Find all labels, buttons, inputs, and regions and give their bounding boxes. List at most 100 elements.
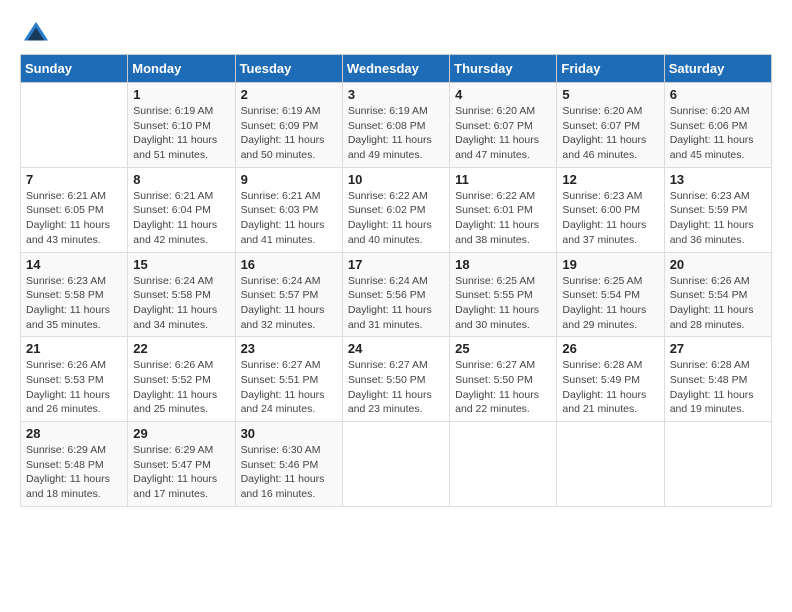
calendar-cell: 26 Sunrise: 6:28 AMSunset: 5:49 PMDayligh… (557, 337, 664, 422)
calendar-cell: 17 Sunrise: 6:24 AMSunset: 5:56 PMDayligh… (342, 252, 449, 337)
day-number: 27 (670, 341, 766, 356)
day-number: 3 (348, 87, 444, 102)
day-detail: Sunrise: 6:28 AMSunset: 5:49 PMDaylight:… (562, 358, 658, 417)
day-detail: Sunrise: 6:26 AMSunset: 5:53 PMDaylight:… (26, 358, 122, 417)
calendar-cell: 13 Sunrise: 6:23 AMSunset: 5:59 PMDayligh… (664, 167, 771, 252)
day-detail: Sunrise: 6:20 AMSunset: 6:06 PMDaylight:… (670, 104, 766, 163)
calendar-cell: 15 Sunrise: 6:24 AMSunset: 5:58 PMDayligh… (128, 252, 235, 337)
day-number: 5 (562, 87, 658, 102)
calendar-cell: 29 Sunrise: 6:29 AMSunset: 5:47 PMDayligh… (128, 422, 235, 507)
day-number: 9 (241, 172, 337, 187)
day-detail: Sunrise: 6:25 AMSunset: 5:55 PMDaylight:… (455, 274, 551, 333)
day-detail: Sunrise: 6:24 AMSunset: 5:56 PMDaylight:… (348, 274, 444, 333)
day-detail: Sunrise: 6:29 AMSunset: 5:47 PMDaylight:… (133, 443, 229, 502)
day-detail: Sunrise: 6:24 AMSunset: 5:57 PMDaylight:… (241, 274, 337, 333)
calendar-cell: 28 Sunrise: 6:29 AMSunset: 5:48 PMDayligh… (21, 422, 128, 507)
header-day-wednesday: Wednesday (342, 55, 449, 83)
calendar-cell: 2 Sunrise: 6:19 AMSunset: 6:09 PMDaylight… (235, 83, 342, 168)
day-detail: Sunrise: 6:26 AMSunset: 5:52 PMDaylight:… (133, 358, 229, 417)
day-detail: Sunrise: 6:22 AMSunset: 6:02 PMDaylight:… (348, 189, 444, 248)
day-detail: Sunrise: 6:28 AMSunset: 5:48 PMDaylight:… (670, 358, 766, 417)
calendar-week-4: 21Sunrise: 6:26 AMSunset: 5:53 PMDayligh… (21, 337, 772, 422)
calendar-cell (21, 83, 128, 168)
calendar-cell: 22Sunrise: 6:26 AMSunset: 5:52 PMDayligh… (128, 337, 235, 422)
day-number: 20 (670, 257, 766, 272)
day-detail: Sunrise: 6:22 AMSunset: 6:01 PMDaylight:… (455, 189, 551, 248)
calendar-cell: 8 Sunrise: 6:21 AMSunset: 6:04 PMDaylight… (128, 167, 235, 252)
header-day-thursday: Thursday (450, 55, 557, 83)
calendar-cell: 18 Sunrise: 6:25 AMSunset: 5:55 PMDayligh… (450, 252, 557, 337)
day-number: 10 (348, 172, 444, 187)
calendar-cell: 10 Sunrise: 6:22 AMSunset: 6:02 PMDayligh… (342, 167, 449, 252)
day-number: 1 (133, 87, 229, 102)
calendar-table: SundayMondayTuesdayWednesdayThursdayFrid… (20, 54, 772, 507)
calendar-cell: 16 Sunrise: 6:24 AMSunset: 5:57 PMDayligh… (235, 252, 342, 337)
calendar-cell: 3 Sunrise: 6:19 AMSunset: 6:08 PMDaylight… (342, 83, 449, 168)
calendar-week-5: 28 Sunrise: 6:29 AMSunset: 5:48 PMDayligh… (21, 422, 772, 507)
day-detail: Sunrise: 6:30 AMSunset: 5:46 PMDaylight:… (241, 443, 337, 502)
calendar-cell (342, 422, 449, 507)
day-detail: Sunrise: 6:23 AMSunset: 5:58 PMDaylight:… (26, 274, 122, 333)
calendar-cell: 14 Sunrise: 6:23 AMSunset: 5:58 PMDayligh… (21, 252, 128, 337)
day-number: 13 (670, 172, 766, 187)
day-number: 28 (26, 426, 122, 441)
day-detail: Sunrise: 6:21 AMSunset: 6:05 PMDaylight:… (26, 189, 122, 248)
logo-icon (22, 20, 50, 48)
day-number: 6 (670, 87, 766, 102)
day-number: 23 (241, 341, 337, 356)
calendar-cell (557, 422, 664, 507)
day-detail: Sunrise: 6:27 AMSunset: 5:50 PMDaylight:… (455, 358, 551, 417)
header-day-saturday: Saturday (664, 55, 771, 83)
day-detail: Sunrise: 6:19 AMSunset: 6:10 PMDaylight:… (133, 104, 229, 163)
day-detail: Sunrise: 6:26 AMSunset: 5:54 PMDaylight:… (670, 274, 766, 333)
calendar-cell: 27 Sunrise: 6:28 AMSunset: 5:48 PMDayligh… (664, 337, 771, 422)
calendar-week-1: 1 Sunrise: 6:19 AMSunset: 6:10 PMDaylight… (21, 83, 772, 168)
day-detail: Sunrise: 6:27 AMSunset: 5:51 PMDaylight:… (241, 358, 337, 417)
day-number: 2 (241, 87, 337, 102)
calendar-cell (450, 422, 557, 507)
logo (20, 20, 50, 44)
day-detail: Sunrise: 6:29 AMSunset: 5:48 PMDaylight:… (26, 443, 122, 502)
day-number: 7 (26, 172, 122, 187)
day-number: 17 (348, 257, 444, 272)
calendar-cell: 12 Sunrise: 6:23 AMSunset: 6:00 PMDayligh… (557, 167, 664, 252)
calendar-cell: 30 Sunrise: 6:30 AMSunset: 5:46 PMDayligh… (235, 422, 342, 507)
calendar-cell: 4Sunrise: 6:20 AMSunset: 6:07 PMDaylight… (450, 83, 557, 168)
calendar-cell: 20 Sunrise: 6:26 AMSunset: 5:54 PMDayligh… (664, 252, 771, 337)
calendar-cell: 6 Sunrise: 6:20 AMSunset: 6:06 PMDaylight… (664, 83, 771, 168)
day-detail: Sunrise: 6:19 AMSunset: 6:08 PMDaylight:… (348, 104, 444, 163)
day-detail: Sunrise: 6:23 AMSunset: 5:59 PMDaylight:… (670, 189, 766, 248)
day-detail: Sunrise: 6:21 AMSunset: 6:03 PMDaylight:… (241, 189, 337, 248)
calendar-cell: 19Sunrise: 6:25 AMSunset: 5:54 PMDayligh… (557, 252, 664, 337)
day-detail: Sunrise: 6:27 AMSunset: 5:50 PMDaylight:… (348, 358, 444, 417)
calendar-week-2: 7 Sunrise: 6:21 AMSunset: 6:05 PMDaylight… (21, 167, 772, 252)
day-number: 18 (455, 257, 551, 272)
calendar-cell: 23 Sunrise: 6:27 AMSunset: 5:51 PMDayligh… (235, 337, 342, 422)
day-detail: Sunrise: 6:24 AMSunset: 5:58 PMDaylight:… (133, 274, 229, 333)
day-detail: Sunrise: 6:21 AMSunset: 6:04 PMDaylight:… (133, 189, 229, 248)
day-detail: Sunrise: 6:20 AMSunset: 6:07 PMDaylight:… (562, 104, 658, 163)
calendar-week-3: 14 Sunrise: 6:23 AMSunset: 5:58 PMDayligh… (21, 252, 772, 337)
day-number: 16 (241, 257, 337, 272)
header-day-sunday: Sunday (21, 55, 128, 83)
calendar-cell: 11 Sunrise: 6:22 AMSunset: 6:01 PMDayligh… (450, 167, 557, 252)
day-detail: Sunrise: 6:20 AMSunset: 6:07 PMDaylight:… (455, 104, 551, 163)
day-number: 8 (133, 172, 229, 187)
page-header (20, 20, 772, 44)
calendar-cell: 21Sunrise: 6:26 AMSunset: 5:53 PMDayligh… (21, 337, 128, 422)
calendar-cell: 5 Sunrise: 6:20 AMSunset: 6:07 PMDaylight… (557, 83, 664, 168)
day-number: 11 (455, 172, 551, 187)
calendar-cell: 1 Sunrise: 6:19 AMSunset: 6:10 PMDaylight… (128, 83, 235, 168)
calendar-cell: 24Sunrise: 6:27 AMSunset: 5:50 PMDayligh… (342, 337, 449, 422)
day-detail: Sunrise: 6:25 AMSunset: 5:54 PMDaylight:… (562, 274, 658, 333)
day-number: 25 (455, 341, 551, 356)
day-detail: Sunrise: 6:19 AMSunset: 6:09 PMDaylight:… (241, 104, 337, 163)
day-number: 12 (562, 172, 658, 187)
day-detail: Sunrise: 6:23 AMSunset: 6:00 PMDaylight:… (562, 189, 658, 248)
day-number: 14 (26, 257, 122, 272)
day-number: 30 (241, 426, 337, 441)
header-row: SundayMondayTuesdayWednesdayThursdayFrid… (21, 55, 772, 83)
day-number: 29 (133, 426, 229, 441)
day-number: 26 (562, 341, 658, 356)
day-number: 15 (133, 257, 229, 272)
